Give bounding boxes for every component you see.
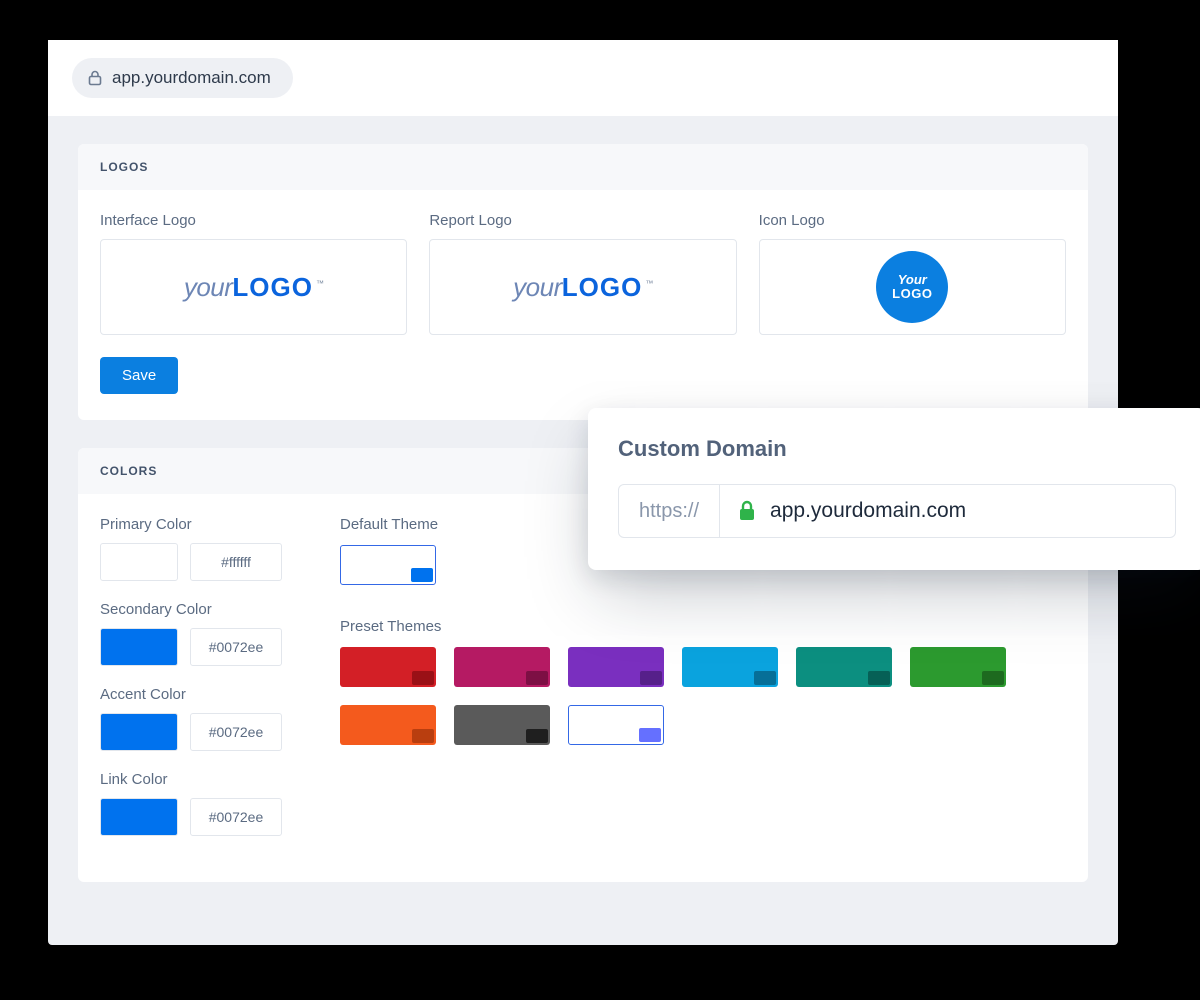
custom-domain-value: app.yourdomain.com xyxy=(770,499,966,523)
primary-color-field: Primary Color xyxy=(100,516,300,581)
theme-tile-1[interactable] xyxy=(454,647,550,687)
custom-domain-title: Custom Domain xyxy=(618,436,1176,462)
theme-tile-7[interactable] xyxy=(454,705,550,745)
protocol-label: https:// xyxy=(619,485,720,537)
theme-tile-4[interactable] xyxy=(796,647,892,687)
theme-tile-6[interactable] xyxy=(340,705,436,745)
theme-chip xyxy=(411,568,433,582)
lock-icon xyxy=(738,500,756,522)
theme-chip xyxy=(754,671,776,685)
theme-chip xyxy=(868,671,890,685)
link-color-label: Link Color xyxy=(100,771,300,788)
interface-logo-label: Interface Logo xyxy=(100,212,407,229)
theme-chip xyxy=(526,671,548,685)
custom-domain-popover: Custom Domain https:// app.yourdomain.co… xyxy=(588,408,1200,570)
theme-tile-8[interactable] xyxy=(568,705,664,745)
save-button[interactable]: Save xyxy=(100,357,178,394)
icon-logo-placeholder: Your LOGO xyxy=(876,251,948,323)
icon-logo-upload[interactable]: Your LOGO xyxy=(759,239,1066,335)
report-logo-upload[interactable]: yourLOGO™ xyxy=(429,239,736,335)
accent-color-label: Accent Color xyxy=(100,686,300,703)
accent-color-input[interactable] xyxy=(190,713,282,751)
interface-logo-column: Interface Logo yourLOGO™ xyxy=(100,212,407,335)
accent-color-field: Accent Color xyxy=(100,686,300,751)
logos-section-title: LOGOS xyxy=(78,144,1088,190)
preset-themes-row xyxy=(340,647,1066,745)
icon-logo-column: Icon Logo Your LOGO xyxy=(759,212,1066,335)
url-text: app.yourdomain.com xyxy=(112,68,271,88)
theme-chip xyxy=(412,671,434,685)
url-pill[interactable]: app.yourdomain.com xyxy=(72,58,293,98)
theme-chip xyxy=(639,728,661,742)
report-logo-column: Report Logo yourLOGO™ xyxy=(429,212,736,335)
accent-color-swatch[interactable] xyxy=(100,713,178,751)
logo-placeholder: yourLOGO™ xyxy=(513,272,653,303)
logo-placeholder: yourLOGO™ xyxy=(184,272,324,303)
theme-tile-3[interactable] xyxy=(682,647,778,687)
custom-domain-field[interactable]: https:// app.yourdomain.com xyxy=(618,484,1176,538)
theme-tile-default[interactable] xyxy=(340,545,436,585)
primary-color-label: Primary Color xyxy=(100,516,300,533)
primary-color-swatch[interactable] xyxy=(100,543,178,581)
secondary-color-field: Secondary Color xyxy=(100,601,300,666)
theme-tile-0[interactable] xyxy=(340,647,436,687)
theme-chip xyxy=(982,671,1004,685)
app-window: app.yourdomain.com LOGOS Interface Logo … xyxy=(48,40,1118,945)
browser-topbar: app.yourdomain.com xyxy=(48,40,1118,116)
theme-tile-2[interactable] xyxy=(568,647,664,687)
link-color-swatch[interactable] xyxy=(100,798,178,836)
logos-card: LOGOS Interface Logo yourLOGO™ Report Lo… xyxy=(78,144,1088,420)
theme-tile-5[interactable] xyxy=(910,647,1006,687)
icon-logo-label: Icon Logo xyxy=(759,212,1066,229)
lock-icon xyxy=(88,70,102,86)
link-color-input[interactable] xyxy=(190,798,282,836)
interface-logo-upload[interactable]: yourLOGO™ xyxy=(100,239,407,335)
secondary-color-input[interactable] xyxy=(190,628,282,666)
secondary-color-label: Secondary Color xyxy=(100,601,300,618)
primary-color-input[interactable] xyxy=(190,543,282,581)
report-logo-label: Report Logo xyxy=(429,212,736,229)
preset-themes-label: Preset Themes xyxy=(340,618,1066,635)
theme-chip xyxy=(412,729,434,743)
secondary-color-swatch[interactable] xyxy=(100,628,178,666)
theme-chip xyxy=(640,671,662,685)
theme-chip xyxy=(526,729,548,743)
link-color-field: Link Color xyxy=(100,771,300,836)
